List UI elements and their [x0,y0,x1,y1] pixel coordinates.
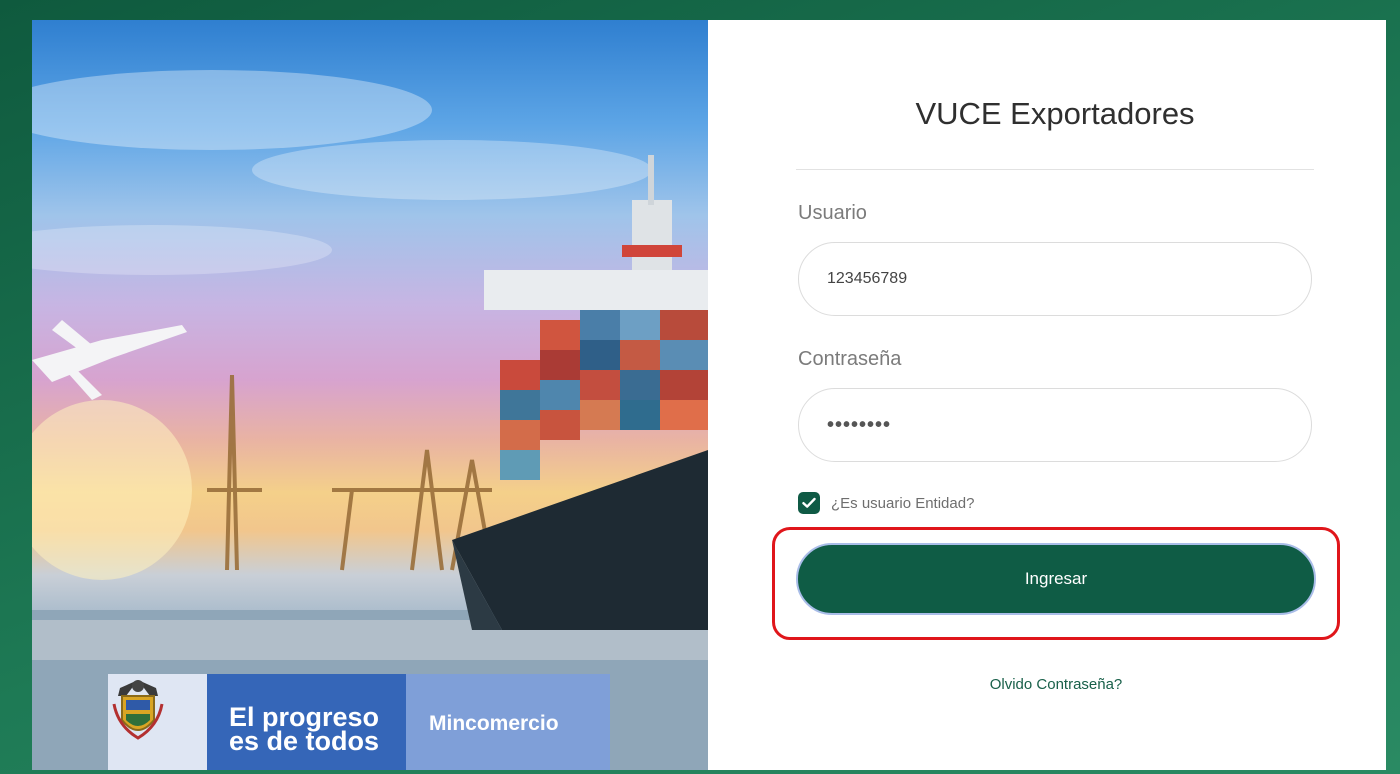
coat-of-arms-logo [108,674,207,770]
hero-image: El progreso es de todos Mincomercio [32,20,708,770]
entity-user-checkbox-label: ¿Es usuario Entidad? [831,494,975,512]
port-scene-illustration [32,70,708,770]
forgot-password-link[interactable]: Olvido Contraseña? [796,676,1316,693]
airplane-icon [32,320,187,400]
login-card: El progreso es de todos Mincomercio VUCE… [32,20,1386,770]
title-divider [796,169,1314,170]
username-input[interactable]: 123456789 [798,242,1312,316]
slogan-line-2: es de todos [229,726,380,756]
username-label: Usuario [798,202,867,224]
ministry-name: Mincomercio [406,674,610,770]
password-label: Contraseña [798,348,902,370]
entity-user-checkbox-row[interactable]: ¿Es usuario Entidad? [798,492,974,514]
government-brand-banner: El progreso es de todos Mincomercio [108,674,610,770]
login-panel: VUCE Exportadores Usuario 123456789 Cont… [708,20,1386,770]
slogan: El progreso es de todos [207,674,406,770]
login-submit-button[interactable]: Ingresar [796,543,1316,615]
entity-user-checkbox[interactable] [798,492,820,514]
password-input[interactable]: •••••••• [798,388,1312,462]
page-title: VUCE Exportadores [915,96,1195,131]
checkmark-icon [802,497,816,508]
